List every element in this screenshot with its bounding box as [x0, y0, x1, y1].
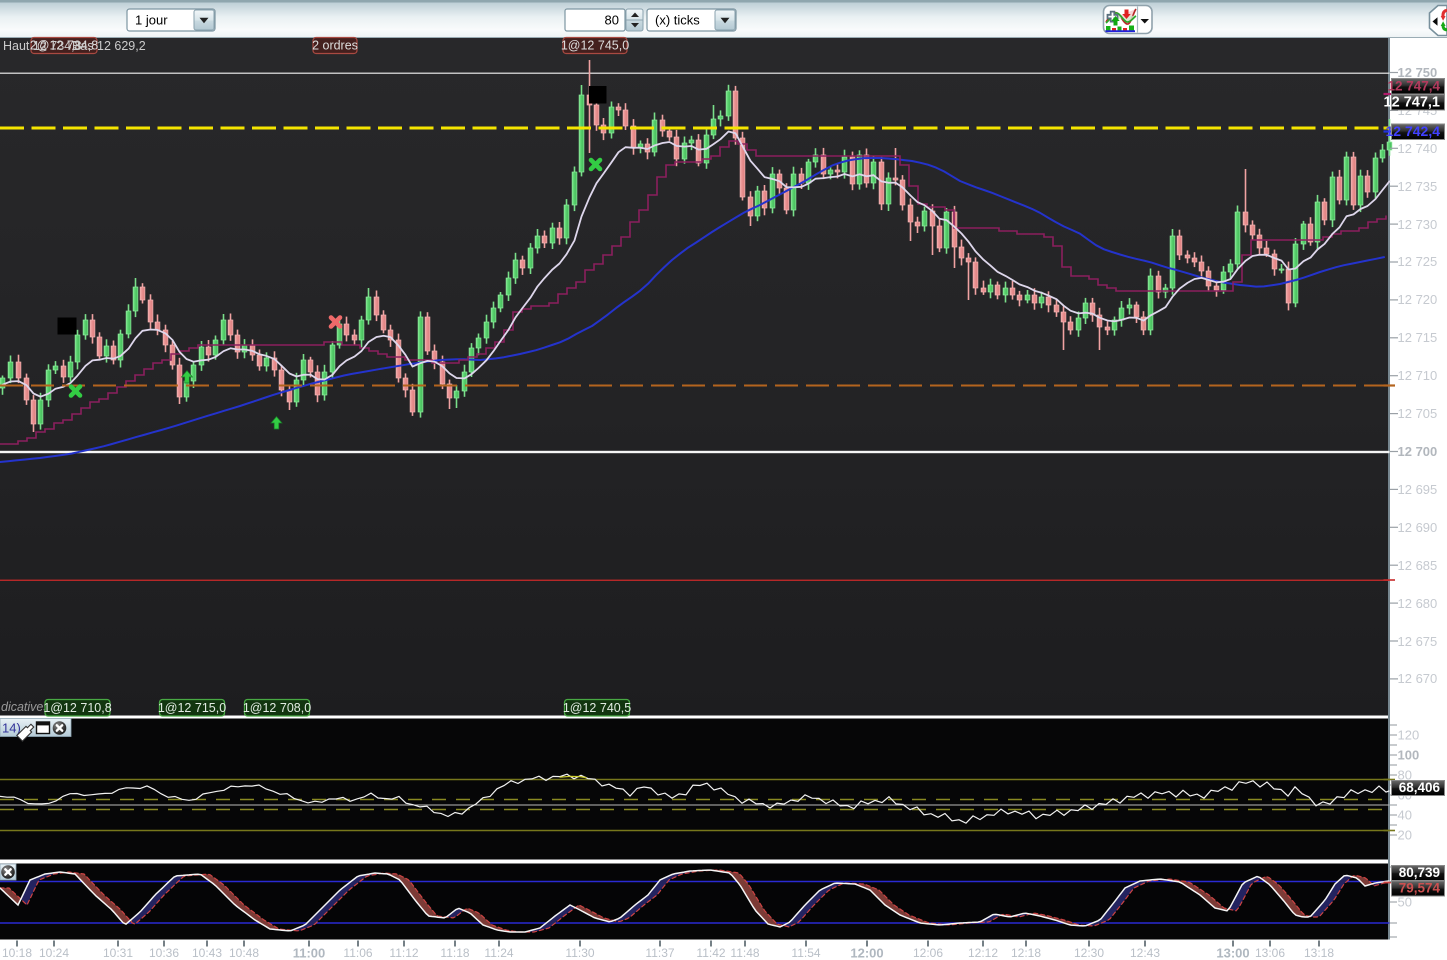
- svg-text:11:37: 11:37: [645, 946, 674, 960]
- svg-text:20: 20: [1398, 828, 1412, 843]
- svg-text:1@12 745,0: 1@12 745,0: [561, 39, 629, 53]
- svg-text:12 690: 12 690: [1398, 520, 1438, 535]
- svg-text:120: 120: [1398, 728, 1420, 743]
- svg-text:80: 80: [605, 13, 619, 28]
- svg-text:1 jour: 1 jour: [135, 13, 168, 28]
- svg-text:10:48: 10:48: [229, 946, 259, 960]
- svg-text:100: 100: [1398, 748, 1420, 763]
- svg-text:12 685: 12 685: [1398, 558, 1438, 573]
- svg-text:11:30: 11:30: [565, 946, 594, 960]
- svg-text:11:00: 11:00: [293, 946, 326, 960]
- svg-text:12 740: 12 740: [1398, 141, 1438, 156]
- svg-text:12:30: 12:30: [1074, 946, 1104, 960]
- svg-text:12 715: 12 715: [1398, 330, 1438, 345]
- svg-text:12 700: 12 700: [1398, 444, 1438, 459]
- svg-text:11:48: 11:48: [730, 946, 759, 960]
- svg-text:10:18: 10:18: [2, 946, 32, 960]
- svg-text:2 ordres: 2 ordres: [312, 39, 358, 53]
- svg-text:11:12: 11:12: [389, 946, 418, 960]
- svg-text:1@12 708,0: 1@12 708,0: [243, 701, 311, 715]
- svg-text:1@12 715,0: 1@12 715,0: [158, 701, 226, 715]
- svg-text:68,406: 68,406: [1399, 780, 1441, 795]
- svg-text:1@12 710,8: 1@12 710,8: [43, 701, 111, 715]
- svg-text:12 705: 12 705: [1398, 406, 1438, 421]
- svg-text:12 747,4: 12 747,4: [1387, 79, 1440, 94]
- svg-text:13:06: 13:06: [1255, 946, 1285, 960]
- svg-text:11:42: 11:42: [696, 946, 725, 960]
- svg-text:12 710: 12 710: [1398, 368, 1438, 383]
- svg-text:10:31: 10:31: [103, 946, 133, 960]
- svg-text:1@12 740,5: 1@12 740,5: [563, 701, 631, 715]
- svg-text:80,739: 80,739: [1399, 865, 1440, 880]
- svg-text:12 670: 12 670: [1398, 671, 1438, 686]
- svg-text:12:43: 12:43: [1130, 946, 1160, 960]
- svg-text:12 735: 12 735: [1398, 179, 1438, 194]
- svg-text:12 680: 12 680: [1398, 596, 1438, 611]
- svg-text:dicatives: dicatives: [1, 700, 50, 714]
- svg-text:12:12: 12:12: [968, 946, 998, 960]
- svg-text:50: 50: [1398, 895, 1412, 910]
- svg-text:10:43: 10:43: [192, 946, 222, 960]
- svg-text:40: 40: [1398, 808, 1412, 823]
- svg-text:(x) ticks: (x) ticks: [655, 13, 700, 28]
- svg-text:12:00: 12:00: [850, 946, 883, 960]
- svg-text:12:06: 12:06: [913, 946, 943, 960]
- svg-text:10:24: 10:24: [39, 946, 69, 960]
- svg-text:11:06: 11:06: [343, 946, 372, 960]
- svg-text:12 730: 12 730: [1398, 217, 1438, 232]
- svg-text:12 720: 12 720: [1398, 292, 1438, 307]
- svg-text:12 725: 12 725: [1398, 254, 1438, 269]
- svg-text:14): 14): [2, 721, 21, 736]
- svg-text:11:18: 11:18: [440, 946, 469, 960]
- svg-text:13:00: 13:00: [1216, 946, 1249, 960]
- svg-text:79,574: 79,574: [1399, 881, 1441, 896]
- svg-text:10:36: 10:36: [149, 946, 179, 960]
- svg-text:12 747,1: 12 747,1: [1384, 95, 1440, 111]
- svg-text:13:18: 13:18: [1304, 946, 1334, 960]
- svg-text:Haut 12 734,8: Haut 12 734,8: [3, 39, 82, 53]
- svg-text:12 675: 12 675: [1398, 634, 1438, 649]
- svg-text:11:54: 11:54: [791, 946, 820, 960]
- svg-text:12 742,4: 12 742,4: [1386, 123, 1441, 139]
- svg-text:Bas 12 629,2: Bas 12 629,2: [72, 39, 146, 53]
- svg-text:12:18: 12:18: [1011, 946, 1041, 960]
- svg-text:12 695: 12 695: [1398, 482, 1438, 497]
- svg-text:11:24: 11:24: [484, 946, 513, 960]
